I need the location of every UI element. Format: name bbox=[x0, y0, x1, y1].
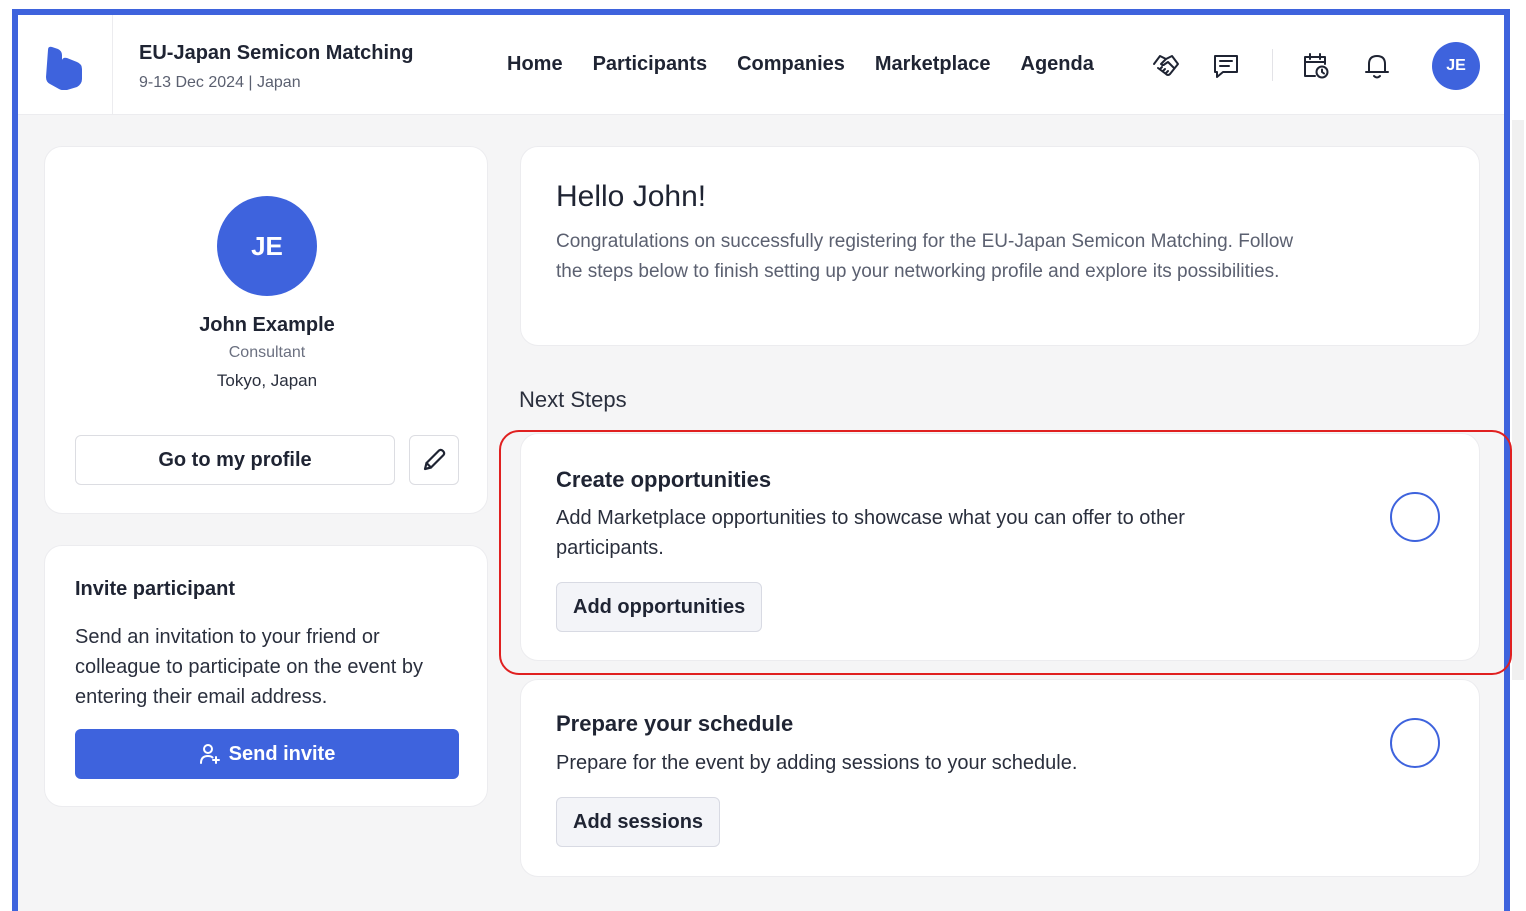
top-header: EU-Japan Semicon Matching 9-13 Dec 2024 … bbox=[18, 15, 1504, 115]
add-opportunities-button[interactable]: Add opportunities bbox=[556, 582, 763, 632]
step-description: Prepare for the event by adding sessions… bbox=[556, 752, 1078, 774]
profile-location: Tokyo, Japan bbox=[216, 371, 318, 390]
nav-home[interactable]: Home bbox=[507, 53, 563, 76]
pencil-icon bbox=[423, 448, 446, 471]
step-card-create-opportunities: Create opportunities Add Marketplace opp… bbox=[520, 433, 1480, 661]
step-status-circle[interactable] bbox=[1390, 492, 1440, 542]
add-user-icon bbox=[199, 744, 220, 764]
step-status-circle[interactable] bbox=[1390, 718, 1440, 768]
step-title: Prepare your schedule bbox=[556, 711, 794, 736]
profile-role: Consultant bbox=[228, 344, 306, 361]
main-nav: Home Participants Companies Marketplace … bbox=[507, 53, 1124, 76]
app-logo-icon[interactable] bbox=[44, 46, 84, 90]
event-title: EU-Japan Semicon Matching bbox=[139, 42, 414, 64]
nav-companies[interactable]: Companies bbox=[737, 53, 845, 76]
welcome-title: Hello John! bbox=[556, 180, 707, 213]
next-steps-heading: Next Steps bbox=[519, 387, 627, 412]
handshake-icon[interactable] bbox=[1151, 51, 1181, 81]
header-divider bbox=[1272, 49, 1273, 81]
welcome-text: Congratulations on successfully register… bbox=[556, 231, 1294, 282]
event-subtitle: 9-13 Dec 2024 | Japan bbox=[139, 74, 301, 91]
invite-card: Invite participant Send an invitation to… bbox=[44, 545, 488, 807]
nav-agenda[interactable]: Agenda bbox=[1021, 53, 1094, 76]
nav-marketplace[interactable]: Marketplace bbox=[875, 53, 991, 76]
go-to-profile-button[interactable]: Go to my profile bbox=[75, 435, 395, 485]
profile-card: JE John Example Consultant Tokyo, Japan … bbox=[44, 146, 488, 514]
user-avatar-button[interactable]: JE bbox=[1432, 42, 1480, 90]
send-invite-button[interactable]: Send invite bbox=[75, 729, 459, 779]
invite-description: Send an invitation to your friend or col… bbox=[75, 626, 424, 708]
send-invite-label: Send invite bbox=[228, 742, 336, 765]
step-card-prepare-schedule: Prepare your schedule Prepare for the ev… bbox=[520, 679, 1480, 877]
app-window: EU-Japan Semicon Matching 9-13 Dec 2024 … bbox=[18, 15, 1504, 911]
calendar-clock-icon[interactable] bbox=[1301, 51, 1331, 81]
logo-cell bbox=[18, 15, 113, 115]
bell-icon[interactable] bbox=[1362, 51, 1392, 81]
step-description: Add Marketplace opportunities to showcas… bbox=[556, 507, 1185, 559]
nav-participants[interactable]: Participants bbox=[593, 53, 707, 76]
profile-name: John Example bbox=[199, 314, 335, 336]
chat-icon[interactable] bbox=[1211, 51, 1241, 81]
welcome-card: Hello John! Congratulations on successfu… bbox=[520, 146, 1480, 346]
invite-title: Invite participant bbox=[75, 578, 236, 600]
add-sessions-button[interactable]: Add sessions bbox=[556, 797, 721, 847]
edit-profile-button[interactable] bbox=[409, 435, 459, 485]
scrollbar[interactable] bbox=[1512, 120, 1524, 680]
profile-avatar: JE bbox=[217, 196, 317, 296]
step-title: Create opportunities bbox=[556, 467, 772, 492]
